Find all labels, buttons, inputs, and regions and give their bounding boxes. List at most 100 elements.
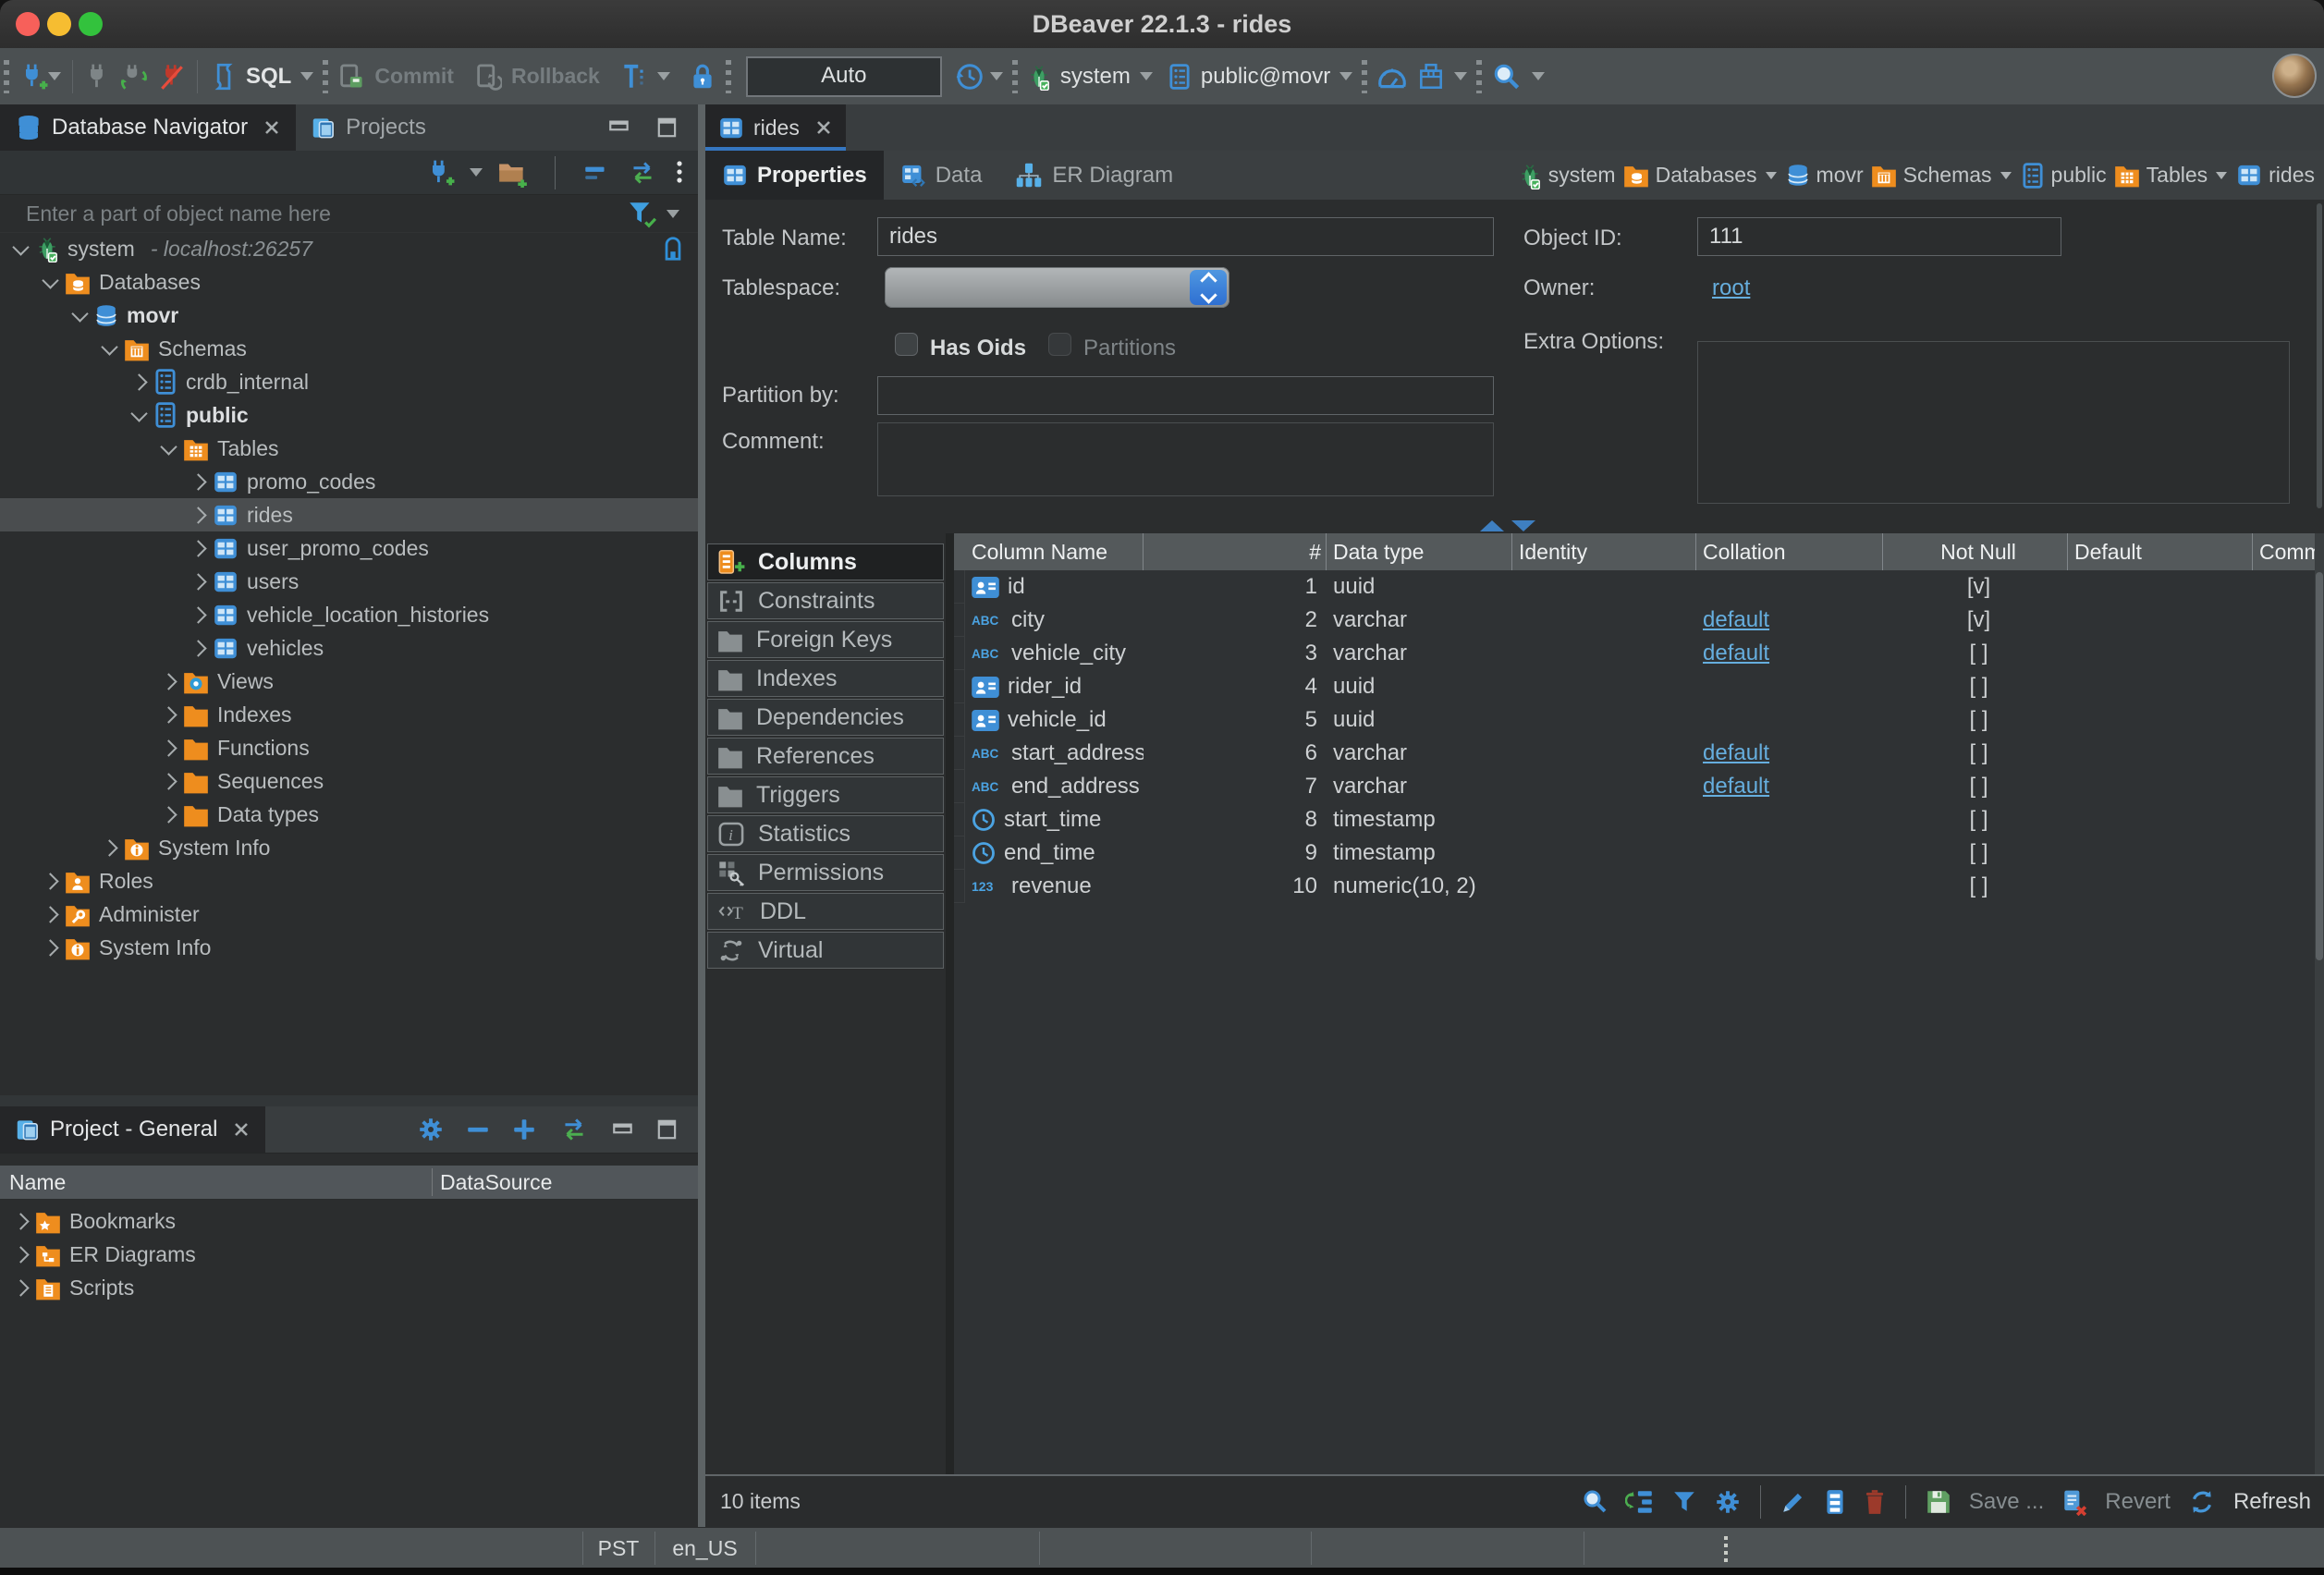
cell-not-null[interactable]: [ ] [1883, 836, 2068, 870]
expander-icon[interactable] [101, 839, 117, 856]
collation-link[interactable]: default [1703, 607, 1769, 633]
transaction-log-icon[interactable] [953, 61, 985, 92]
breadcrumb-rides[interactable]: rides [2236, 163, 2315, 188]
tree-item-system[interactable]: system- localhost:26257 [0, 232, 698, 265]
row-handle[interactable] [954, 637, 965, 670]
grid-row-start_time[interactable]: start_time8timestamp[ ] [954, 803, 2324, 836]
collapse-up-icon[interactable] [1480, 520, 1504, 531]
user-avatar[interactable] [2272, 54, 2317, 98]
expander-icon[interactable] [12, 1279, 29, 1296]
expander-icon[interactable] [160, 706, 177, 723]
collation-link[interactable]: default [1703, 641, 1769, 666]
collapse-all-icon[interactable] [581, 160, 611, 186]
extra-options-box[interactable] [1697, 341, 2290, 504]
link-with-editor-icon[interactable] [557, 1117, 591, 1142]
row-handle[interactable] [954, 670, 965, 703]
cell-not-null[interactable]: [ ] [1883, 770, 2068, 803]
tree-item-administer[interactable]: Administer [0, 897, 698, 931]
revert-icon[interactable] [2061, 1488, 2088, 1516]
tree-item-databases[interactable]: Databases [0, 265, 698, 299]
revert-button[interactable]: Revert [2105, 1489, 2171, 1515]
side-tab-foreign-keys[interactable]: Foreign Keys [707, 621, 944, 658]
grid-col-header-column-name[interactable]: Column Name [965, 533, 1144, 570]
side-tab-references[interactable]: References [707, 738, 944, 775]
grid-col-header-comment[interactable]: Comment [2253, 533, 2324, 570]
grid-col-header-collation[interactable]: Collation [1696, 533, 1883, 570]
project-item-scripts[interactable]: Scripts [0, 1271, 698, 1304]
grid-col-header-not-null[interactable]: Not Null [1883, 533, 2068, 570]
owner-link[interactable]: root [1712, 275, 1750, 301]
collation-link[interactable]: default [1703, 774, 1769, 800]
navigator-filter[interactable]: Enter a part of object name here [0, 195, 698, 233]
project-settings-icon[interactable] [417, 1116, 445, 1143]
partition-by-input[interactable] [877, 376, 1494, 415]
tree-item-user-promo-codes[interactable]: user_promo_codes [0, 531, 698, 565]
tab-project-general[interactable]: Project - General [0, 1106, 265, 1153]
row-handle[interactable] [954, 836, 965, 870]
breadcrumb-schemas[interactable]: Schemas [1871, 163, 2013, 188]
expander-icon[interactable] [12, 238, 29, 255]
tree-item-roles[interactable]: Roles [0, 864, 698, 897]
commit-button[interactable]: Commit [337, 63, 454, 91]
expander-icon[interactable] [190, 573, 206, 590]
cell-not-null[interactable]: [ ] [1883, 637, 2068, 670]
disconnect-icon[interactable] [158, 62, 186, 92]
connect-icon[interactable] [84, 62, 110, 92]
close-icon[interactable] [814, 118, 833, 137]
comment-textarea[interactable] [877, 422, 1494, 496]
chevron-down-icon[interactable] [1766, 172, 1777, 179]
cell-not-null[interactable]: [ ] [1883, 703, 2068, 737]
grid-row-end_address[interactable]: ABCend_address7varchardefault[ ] [954, 770, 2324, 803]
expander-icon[interactable] [190, 540, 206, 556]
commit-mode-combo[interactable]: Auto [746, 56, 942, 97]
refresh-button[interactable]: Refresh [2233, 1489, 2311, 1515]
link-with-editor-icon[interactable] [626, 160, 659, 186]
breadcrumb-tables[interactable]: Tables [2114, 163, 2229, 188]
timezone-cell[interactable]: PST [582, 1528, 654, 1569]
side-tab-columns[interactable]: Columns [707, 543, 944, 580]
tab-database-navigator[interactable]: Database Navigator [0, 104, 296, 151]
tree-item-rides[interactable]: rides [0, 498, 698, 531]
expander-icon[interactable] [12, 1213, 29, 1229]
grid-row-vehicle_city[interactable]: ABCvehicle_city3varchardefault[ ] [954, 637, 2324, 670]
new-connection-icon[interactable] [18, 62, 48, 92]
row-handle[interactable] [954, 803, 965, 836]
statusbar-drag-handle[interactable] [1721, 1535, 1731, 1563]
compile-icon[interactable] [1417, 62, 1445, 92]
grid-search-icon[interactable] [1581, 1488, 1608, 1516]
maximize-panel-icon[interactable] [655, 116, 679, 140]
expander-icon[interactable] [42, 873, 58, 889]
row-handle[interactable] [954, 703, 965, 737]
grid-row-start_address[interactable]: ABCstart_address6varchardefault[ ] [954, 737, 2324, 770]
rollback-button[interactable]: Rollback [474, 63, 600, 91]
tree-item-movr[interactable]: movr [0, 299, 698, 332]
has-oids-checkbox[interactable] [895, 333, 918, 356]
tree-item-vehicle-location-histories[interactable]: vehicle_location_histories [0, 598, 698, 631]
save-button[interactable]: Save ... [1969, 1489, 2044, 1515]
tree-item-public[interactable]: public [0, 398, 698, 432]
col-header-name[interactable]: Name [9, 1166, 66, 1199]
grid-col-header-data-type[interactable]: Data type [1327, 533, 1512, 570]
collation-link[interactable]: default [1703, 740, 1769, 766]
chevron-down-icon[interactable] [2216, 172, 2227, 179]
expander-icon[interactable] [12, 1246, 29, 1263]
tree-item-schemas[interactable]: Schemas [0, 332, 698, 365]
tree-item-data-types[interactable]: Data types [0, 798, 698, 831]
expander-icon[interactable] [71, 305, 88, 322]
sql-editor-dropdown[interactable] [300, 72, 313, 80]
expander-icon[interactable] [160, 739, 177, 756]
expander-icon[interactable] [42, 272, 58, 288]
side-tab-statistics[interactable]: iStatistics [707, 815, 944, 852]
tree-item-system-info[interactable]: System Info [0, 931, 698, 964]
new-connection-icon[interactable] [425, 158, 455, 188]
breadcrumb-databases[interactable]: Databases [1623, 163, 1779, 188]
horizontal-splitter[interactable] [0, 1095, 698, 1106]
minimize-panel-icon[interactable] [607, 116, 631, 140]
col-header-datasource[interactable]: DataSource [440, 1166, 552, 1199]
transaction-filter-dropdown[interactable] [657, 72, 670, 80]
grid-col-header-default[interactable]: Default [2068, 533, 2253, 570]
tab-projects[interactable]: Projects [296, 104, 441, 151]
side-tab-dependencies[interactable]: Dependencies [707, 699, 944, 736]
delete-icon[interactable] [1863, 1488, 1887, 1516]
row-handle[interactable] [954, 737, 965, 770]
